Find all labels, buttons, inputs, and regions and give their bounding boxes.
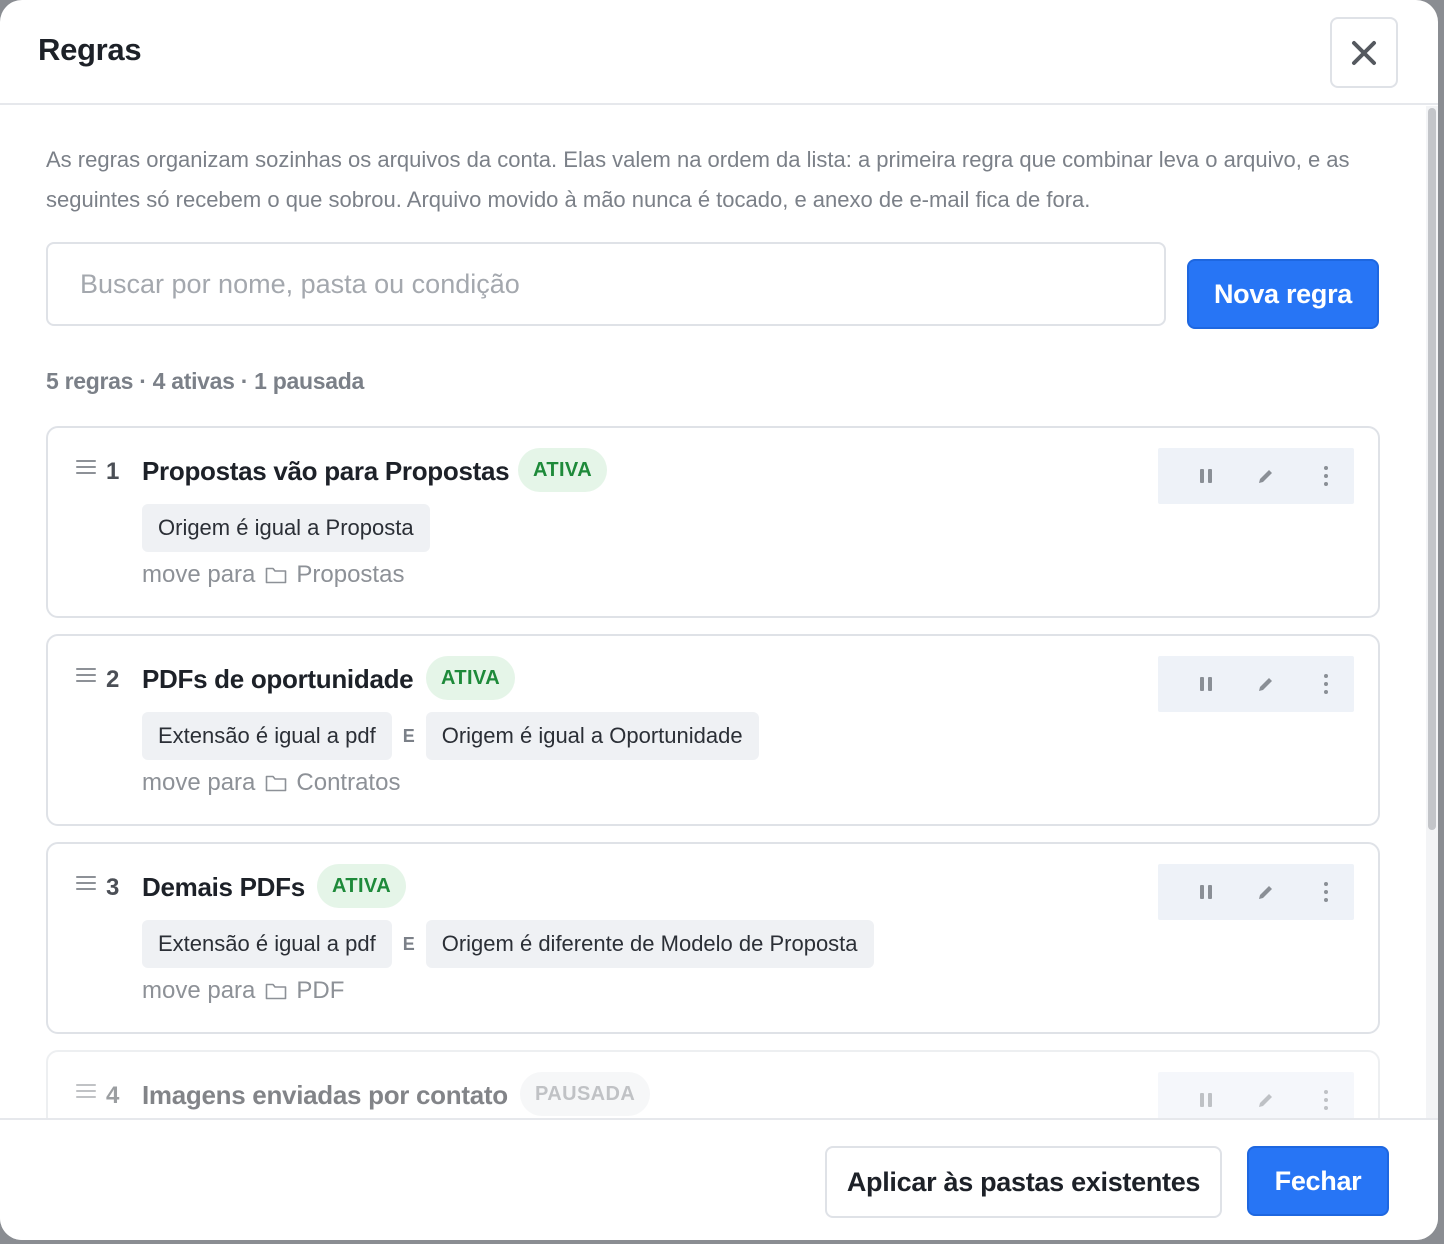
rule-destination: move para Propostas [142, 561, 404, 589]
modal-header: Regras [0, 0, 1438, 105]
modal-title: Regras [38, 32, 142, 67]
drag-handle-icon[interactable] [76, 876, 96, 890]
rule-actions [1158, 448, 1354, 504]
folder-name[interactable]: PDF [296, 977, 344, 1005]
condition-chip: Origem é diferente de Modelo de Proposta [425, 920, 874, 968]
rule-conditions: Extensão é igual a pdf E Origem é difere… [142, 920, 874, 968]
rule-card[interactable]: 2 PDFs de oportunidade ATIVA Extensão é … [46, 634, 1380, 826]
scrollbar[interactable] [1426, 106, 1438, 1118]
condition-join: E [402, 725, 415, 746]
rule-name: PDFs de oportunidade [142, 664, 414, 694]
condition-chip: Origem é igual a Proposta [142, 504, 430, 552]
move-label: move para [142, 769, 256, 796]
condition-join: E [402, 933, 415, 954]
rules-summary: 5 regras · 4 ativas · 1 pausada [46, 368, 364, 394]
pause-icon [1200, 469, 1212, 483]
rule-number: 4 [106, 1082, 120, 1109]
rule-number: 1 [106, 458, 120, 485]
rule-card[interactable]: 4 Imagens enviadas por contato PAUSADA [46, 1050, 1380, 1118]
rules-scroll-area[interactable]: As regras organizam sozinhas os arquivos… [0, 106, 1438, 1118]
rules-modal: Regras As regras organizam sozinhas os a… [0, 0, 1438, 1240]
rule-conditions: Extensão é igual a pdf E Origem é igual … [142, 712, 759, 760]
rule-card[interactable]: 1 Propostas vão para Propostas ATIVA Ori… [46, 426, 1380, 618]
drag-handle-icon[interactable] [76, 1084, 96, 1098]
drag-handle-icon[interactable] [76, 668, 96, 682]
edit-icon [1259, 678, 1272, 691]
more-icon [1324, 466, 1328, 486]
pause-icon [1200, 885, 1212, 899]
edit-icon [1259, 1094, 1272, 1107]
more-icon [1324, 674, 1328, 694]
edit-icon [1259, 470, 1272, 483]
folder-name[interactable]: Contratos [296, 769, 400, 797]
rule-destination: move para PDF [142, 977, 344, 1005]
rule-number: 2 [106, 666, 120, 693]
pause-button[interactable] [1176, 448, 1236, 504]
rule-card[interactable]: 3 Demais PDFs ATIVA Extensão é igual a p… [46, 842, 1380, 1034]
modal-footer: Aplicar às pastas existentes Fechar [0, 1118, 1438, 1240]
close-icon [1352, 40, 1376, 65]
condition-chip: Extensão é igual a pdf [142, 712, 392, 760]
search-input[interactable] [46, 242, 1166, 326]
pause-icon [1200, 677, 1212, 691]
pause-button[interactable] [1176, 1072, 1236, 1118]
more-button[interactable] [1296, 864, 1356, 920]
move-label: move para [142, 977, 256, 1004]
rule-destination: move para Contratos [142, 769, 400, 797]
edit-button[interactable] [1236, 448, 1296, 504]
rule-number: 3 [106, 874, 120, 901]
status-badge: ATIVA [317, 864, 407, 908]
rule-name: Propostas vão para Propostas [142, 456, 510, 486]
rule-name: Imagens enviadas por contato [142, 1080, 508, 1110]
rule-actions [1158, 1072, 1354, 1118]
status-badge: PAUSADA [520, 1072, 651, 1116]
more-button[interactable] [1296, 1072, 1356, 1118]
new-rule-button[interactable]: Nova regra [1187, 259, 1379, 329]
drag-handle-icon[interactable] [76, 460, 96, 474]
folder-name[interactable]: Propostas [296, 561, 404, 589]
status-badge: ATIVA [518, 448, 608, 492]
close-footer-button[interactable]: Fechar [1247, 1146, 1389, 1216]
folder-icon [266, 775, 287, 792]
condition-chip: Extensão é igual a pdf [142, 920, 392, 968]
pause-button[interactable] [1176, 656, 1236, 712]
move-label: move para [142, 561, 256, 588]
more-button[interactable] [1296, 448, 1356, 504]
close-button[interactable] [1330, 17, 1398, 88]
more-icon [1324, 882, 1328, 902]
folder-icon [266, 983, 287, 1000]
rules-description: As regras organizam sozinhas os arquivos… [46, 147, 1350, 212]
rule-actions [1158, 864, 1354, 920]
edit-button[interactable] [1236, 656, 1296, 712]
more-button[interactable] [1296, 656, 1356, 712]
rule-actions [1158, 656, 1354, 712]
more-icon [1324, 1090, 1328, 1110]
condition-chip: Origem é igual a Oportunidade [425, 712, 759, 760]
rule-name: Demais PDFs [142, 872, 305, 902]
pause-button[interactable] [1176, 864, 1236, 920]
edit-button[interactable] [1236, 1072, 1296, 1118]
apply-to-existing-folders-button[interactable]: Aplicar às pastas existentes [825, 1146, 1222, 1218]
status-badge: ATIVA [426, 656, 516, 700]
scrollbar-thumb[interactable] [1428, 108, 1436, 830]
pause-icon [1200, 1093, 1212, 1107]
edit-button[interactable] [1236, 864, 1296, 920]
folder-icon [266, 567, 287, 584]
rule-conditions: Origem é igual a Proposta [142, 504, 430, 552]
edit-icon [1259, 886, 1272, 899]
